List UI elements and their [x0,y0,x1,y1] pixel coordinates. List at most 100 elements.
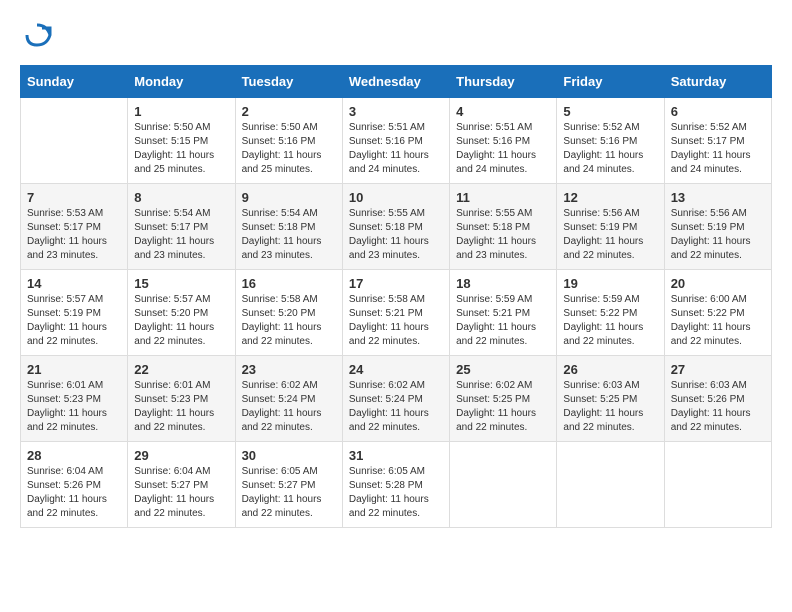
day-info: Sunrise: 5:52 AM Sunset: 5:17 PM Dayligh… [671,121,765,177]
day-number: 13 [671,190,765,205]
calendar-cell [21,98,128,184]
calendar-cell: 27Sunrise: 6:03 AM Sunset: 5:26 PM Dayli… [664,356,771,442]
day-info: Sunrise: 5:50 AM Sunset: 5:15 PM Dayligh… [134,121,228,177]
calendar-cell [557,442,664,528]
day-number: 22 [134,362,228,377]
calendar-cell: 25 Sunrise: 6:02 AM Sunset: 5:25 PM Dayli… [450,356,557,442]
calendar-cell: 12 Sunrise: 5:56 AM Sunset: 5:19 PM Dayli… [557,184,664,270]
day-info: Sunrise: 5:55 AM Sunset: 5:18 PM Dayligh… [456,207,550,263]
calendar-cell: 10Sunrise: 5:55 AM Sunset: 5:18 PM Dayli… [342,184,449,270]
day-info: Sunrise: 5:50 AM Sunset: 5:16 PM Dayligh… [242,121,336,177]
calendar-header-row: SundayMondayTuesdayWednesdayThursdayFrid… [21,66,772,98]
day-info: Sunrise: 5:57 AM Sunset: 5:19 PM Dayligh… [27,293,121,349]
day-info: Sunrise: 5:59 AM Sunset: 5:21 PM Dayligh… [456,293,550,349]
calendar-cell: 16 Sunrise: 5:58 AM Sunset: 5:20 PM Dayli… [235,270,342,356]
calendar-cell [450,442,557,528]
day-number: 12 [563,190,657,205]
calendar-cell: 28 Sunrise: 6:04 AM Sunset: 5:26 PM Dayli… [21,442,128,528]
day-of-week-header: Wednesday [342,66,449,98]
day-info: Sunrise: 6:03 AM Sunset: 5:25 PM Dayligh… [563,379,657,435]
day-number: 4 [456,104,550,119]
calendar-cell: 5 Sunrise: 5:52 AM Sunset: 5:16 PM Daylig… [557,98,664,184]
calendar-cell: 8 Sunrise: 5:54 AM Sunset: 5:17 PM Daylig… [128,184,235,270]
day-number: 9 [242,190,336,205]
day-number: 15 [134,276,228,291]
day-info: Sunrise: 5:52 AM Sunset: 5:16 PM Dayligh… [563,121,657,177]
calendar-cell: 1 Sunrise: 5:50 AM Sunset: 5:15 PM Daylig… [128,98,235,184]
day-info: Sunrise: 5:56 AM Sunset: 5:19 PM Dayligh… [671,207,765,263]
day-number: 24 [349,362,443,377]
day-number: 26 [563,362,657,377]
calendar-week-row: 7 Sunrise: 5:53 AM Sunset: 5:17 PM Daylig… [21,184,772,270]
day-info: Sunrise: 6:02 AM Sunset: 5:25 PM Dayligh… [456,379,550,435]
calendar-cell: 19 Sunrise: 5:59 AM Sunset: 5:22 PM Dayli… [557,270,664,356]
calendar-cell: 30 Sunrise: 6:05 AM Sunset: 5:27 PM Dayli… [235,442,342,528]
day-number: 18 [456,276,550,291]
day-info: Sunrise: 6:00 AM Sunset: 5:22 PM Dayligh… [671,293,765,349]
day-number: 2 [242,104,336,119]
day-of-week-header: Sunday [21,66,128,98]
day-info: Sunrise: 6:02 AM Sunset: 5:24 PM Dayligh… [242,379,336,435]
day-info: Sunrise: 5:54 AM Sunset: 5:17 PM Dayligh… [134,207,228,263]
day-info: Sunrise: 5:58 AM Sunset: 5:21 PM Dayligh… [349,293,443,349]
calendar-cell: 26 Sunrise: 6:03 AM Sunset: 5:25 PM Dayli… [557,356,664,442]
day-of-week-header: Friday [557,66,664,98]
calendar-cell: 6 Sunrise: 5:52 AM Sunset: 5:17 PM Daylig… [664,98,771,184]
page-header [20,20,772,55]
day-info: Sunrise: 5:54 AM Sunset: 5:18 PM Dayligh… [242,207,336,263]
day-number: 5 [563,104,657,119]
day-info: Sunrise: 6:05 AM Sunset: 5:27 PM Dayligh… [242,465,336,521]
calendar-cell: 11 Sunrise: 5:55 AM Sunset: 5:18 PM Dayli… [450,184,557,270]
day-info: Sunrise: 6:05 AM Sunset: 5:28 PM Dayligh… [349,465,443,521]
calendar-cell: 23 Sunrise: 6:02 AM Sunset: 5:24 PM Dayli… [235,356,342,442]
calendar-cell: 21Sunrise: 6:01 AM Sunset: 5:23 PM Dayli… [21,356,128,442]
day-number: 20 [671,276,765,291]
day-info: Sunrise: 6:01 AM Sunset: 5:23 PM Dayligh… [134,379,228,435]
day-number: 19 [563,276,657,291]
day-info: Sunrise: 5:53 AM Sunset: 5:17 PM Dayligh… [27,207,121,263]
calendar-cell: 31 Sunrise: 6:05 AM Sunset: 5:28 PM Dayli… [342,442,449,528]
day-info: Sunrise: 6:01 AM Sunset: 5:23 PM Dayligh… [27,379,121,435]
calendar-cell: 15Sunrise: 5:57 AM Sunset: 5:20 PM Dayli… [128,270,235,356]
calendar-cell: 18 Sunrise: 5:59 AM Sunset: 5:21 PM Dayli… [450,270,557,356]
day-number: 30 [242,448,336,463]
calendar-table: SundayMondayTuesdayWednesdayThursdayFrid… [20,65,772,528]
calendar-cell: 3Sunrise: 5:51 AM Sunset: 5:16 PM Daylig… [342,98,449,184]
calendar-cell: 22 Sunrise: 6:01 AM Sunset: 5:23 PM Dayli… [128,356,235,442]
calendar-cell: 13 Sunrise: 5:56 AM Sunset: 5:19 PM Dayli… [664,184,771,270]
calendar-cell: 2 Sunrise: 5:50 AM Sunset: 5:16 PM Daylig… [235,98,342,184]
calendar-cell: 9 Sunrise: 5:54 AM Sunset: 5:18 PM Daylig… [235,184,342,270]
day-info: Sunrise: 5:58 AM Sunset: 5:20 PM Dayligh… [242,293,336,349]
day-info: Sunrise: 5:59 AM Sunset: 5:22 PM Dayligh… [563,293,657,349]
day-number: 31 [349,448,443,463]
day-number: 25 [456,362,550,377]
day-number: 7 [27,190,121,205]
day-info: Sunrise: 5:56 AM Sunset: 5:19 PM Dayligh… [563,207,657,263]
day-number: 6 [671,104,765,119]
day-number: 23 [242,362,336,377]
calendar-cell [664,442,771,528]
day-info: Sunrise: 5:51 AM Sunset: 5:16 PM Dayligh… [349,121,443,177]
day-number: 11 [456,190,550,205]
day-info: Sunrise: 6:02 AM Sunset: 5:24 PM Dayligh… [349,379,443,435]
day-number: 28 [27,448,121,463]
day-number: 17 [349,276,443,291]
day-info: Sunrise: 6:04 AM Sunset: 5:27 PM Dayligh… [134,465,228,521]
calendar-week-row: 1 Sunrise: 5:50 AM Sunset: 5:15 PM Daylig… [21,98,772,184]
logo [20,20,52,55]
day-number: 16 [242,276,336,291]
day-of-week-header: Thursday [450,66,557,98]
day-number: 8 [134,190,228,205]
day-number: 10 [349,190,443,205]
day-number: 29 [134,448,228,463]
day-number: 1 [134,104,228,119]
day-of-week-header: Tuesday [235,66,342,98]
day-info: Sunrise: 5:51 AM Sunset: 5:16 PM Dayligh… [456,121,550,177]
calendar-week-row: 14Sunrise: 5:57 AM Sunset: 5:19 PM Dayli… [21,270,772,356]
day-number: 27 [671,362,765,377]
calendar-week-row: 28 Sunrise: 6:04 AM Sunset: 5:26 PM Dayli… [21,442,772,528]
calendar-cell: 4 Sunrise: 5:51 AM Sunset: 5:16 PM Daylig… [450,98,557,184]
day-info: Sunrise: 6:04 AM Sunset: 5:26 PM Dayligh… [27,465,121,521]
calendar-week-row: 21Sunrise: 6:01 AM Sunset: 5:23 PM Dayli… [21,356,772,442]
calendar-cell: 29 Sunrise: 6:04 AM Sunset: 5:27 PM Dayli… [128,442,235,528]
